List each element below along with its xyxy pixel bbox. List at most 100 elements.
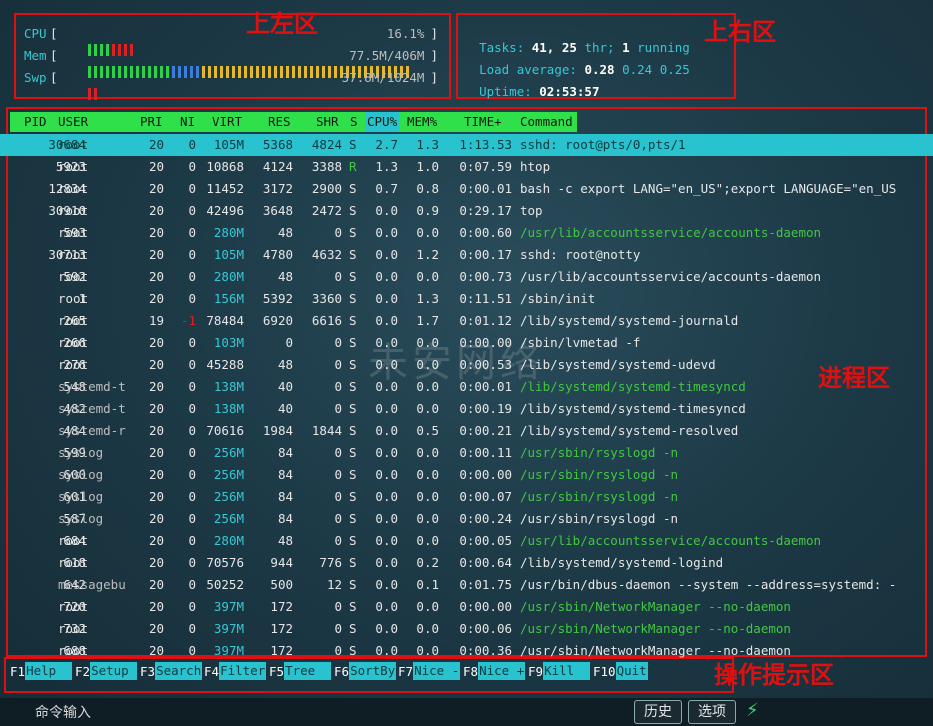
load-5: 0.24 — [622, 62, 653, 77]
process-cell-mem: 1.7 — [416, 313, 439, 328]
process-row[interactable]: 587 syslog 20 0 256M 84 0 S 0.0 0.0 0:00.24/usr/sb… — [0, 508, 933, 530]
process-row[interactable]: 618 root 20 0 70576 944 776 S 0.0 0.2 0:00.64/lib/… — [0, 552, 933, 574]
process-cell-res: 944 — [270, 555, 293, 570]
process-cell-cmd: bash -c export LANG="en_US";export LANGU… — [520, 181, 897, 196]
process-cell-s: S — [349, 467, 357, 482]
process-cell-res: 0 — [285, 335, 293, 350]
col-user[interactable]: USER — [58, 114, 88, 129]
fkey-f3[interactable]: F3 Search — [140, 661, 203, 681]
process-row[interactable]: 592 root 20 0 280M 48 0 S 0.0 0.0 0:00.73/usr/lib/… — [0, 266, 933, 288]
lightning-icon[interactable]: ⚡ — [746, 700, 759, 721]
col-time[interactable]: TIME+ — [464, 114, 502, 129]
process-row[interactable]: 30910 root 20 0 42496 3648 2472 S 0.0 0.9 0:29.17 t… — [0, 200, 933, 222]
process-cell-s: S — [349, 291, 357, 306]
process-row[interactable]: 642 messagebu 20 0 50252 500 12 S 0.0 0.1 0:01.75/… — [0, 574, 933, 596]
process-cell-s: S — [349, 599, 357, 614]
process-cell-pri: 20 — [148, 181, 164, 196]
process-row[interactable]: 1 root 20 0 156M 5392 3360 S 0.0 1.3 0:11.51/sbin/… — [0, 288, 933, 310]
process-cell-cpu: 0.0 — [375, 247, 398, 262]
process-cell-user: root — [58, 335, 89, 350]
col-command[interactable]: Command — [520, 114, 573, 129]
process-cell-ni: 0 — [188, 203, 196, 218]
history-button[interactable]: 历史 — [634, 700, 682, 724]
process-cell-res: 3648 — [262, 203, 293, 218]
process-cell-pri: 20 — [148, 467, 164, 482]
process-cell-cpu: 0.0 — [375, 225, 398, 240]
process-cell-time: 0:00.00 — [459, 599, 512, 614]
process-cell-user: root — [58, 599, 89, 614]
col-res[interactable]: RES — [268, 114, 291, 129]
process-row[interactable]: 599 syslog 20 0 256M 84 0 S 0.0 0.0 0:00.11/usr/sb… — [0, 442, 933, 464]
process-cell-ni: 0 — [188, 533, 196, 548]
fkey-f8[interactable]: F8 Nice + — [463, 661, 526, 681]
col-virt[interactable]: VIRT — [212, 114, 242, 129]
fkey-key: F3 — [140, 663, 156, 679]
col-pid[interactable]: PID — [24, 114, 47, 129]
process-cell-res: 48 — [277, 225, 293, 240]
process-row[interactable]: 276 root 20 0 45288 48 0 S 0.0 0.0 0:00.53/lib/sys… — [0, 354, 933, 376]
process-row[interactable]: 484 systemd-r 20 0 70616 1984 1844 S 0.0 0.5 0:00.… — [0, 420, 933, 442]
fkey-f6[interactable]: F6 SortBy — [334, 661, 397, 681]
process-row[interactable]: 688 root 20 0 397M 172 0 S 0.0 0.0 0:00.36/usr/sbi… — [0, 640, 933, 662]
process-cell-pri: 20 — [148, 247, 164, 262]
fkey-f5[interactable]: F5 Tree — [269, 661, 332, 681]
col-ni[interactable]: NI — [180, 114, 195, 129]
fkey-f7[interactable]: F7 Nice - — [398, 661, 461, 681]
process-cell-cpu: 0.0 — [375, 313, 398, 328]
process-cell-pri: 20 — [148, 401, 164, 416]
process-cell-ni: 0 — [188, 577, 196, 592]
process-cell-mem: 0.0 — [416, 269, 439, 284]
process-cell-user: root — [58, 643, 89, 658]
process-row[interactable]: 600 syslog 20 0 256M 84 0 S 0.0 0.0 0:00.00/usr/sb… — [0, 464, 933, 486]
process-row[interactable]: 265 root 19 -1 78484 6920 6616 S 0.0 1.7 0:01.12/l… — [0, 310, 933, 332]
process-row[interactable]: 548 systemd-t 20 0 138M 40 0 S 0.0 0.0 0:00.01/lib… — [0, 376, 933, 398]
command-input-label[interactable]: 命令输入 — [35, 702, 91, 722]
process-cell-virt: 42496 — [206, 203, 244, 218]
process-row[interactable]: 30713 root 20 0 105M 4780 4632 S 0.0 1.2 0:00.17 ss… — [0, 244, 933, 266]
process-row[interactable]: 684 root 20 0 280M 48 0 S 0.0 0.0 0:00.05/usr/lib/… — [0, 530, 933, 552]
process-cell-s: S — [349, 335, 357, 350]
process-row[interactable]: 601 syslog 20 0 256M 84 0 S 0.0 0.0 0:00.07/usr/sb… — [0, 486, 933, 508]
process-cell-mem: 0.0 — [416, 643, 439, 658]
col-cpu[interactable]: CPU% — [365, 112, 400, 132]
options-button[interactable]: 选项 — [688, 700, 736, 724]
fkey-f2[interactable]: F2 Setup — [75, 661, 138, 681]
process-cell-time: 1:13.53 — [459, 137, 512, 152]
process-cell-time: 0:00.19 — [459, 401, 512, 416]
process-cell-cmd: /usr/lib/accountsservice/accounts-daemon — [520, 533, 822, 548]
process-row[interactable]: 482 systemd-t 20 0 138M 40 0 S 0.0 0.0 0:00.19/lib… — [0, 398, 933, 420]
fkey-f4[interactable]: F4 Filter — [204, 661, 267, 681]
process-row[interactable]: 732 root 20 0 397M 172 0 S 0.0 0.0 0:00.06/usr/sbi… — [0, 618, 933, 640]
mem-meter-value: 77.5M/406M — [349, 48, 425, 63]
process-row[interactable]: 5923 root 20 0 10868 4124 3388 R 1.3 1.0 0:07.59 ht… — [0, 156, 933, 178]
process-cell-shr: 0 — [334, 335, 342, 350]
process-cell-cmd: /lib/systemd/systemd-udevd — [520, 357, 716, 372]
process-row[interactable]: 30684 root 20 0 105M 5368 4824 S 2.7 1.3 1:13.53 ss… — [0, 134, 933, 156]
process-row[interactable]: 266 root 20 0 103M 0 0 S 0.0 0.0 0:00.00/sbin/lvme… — [0, 332, 933, 354]
process-cell-time: 0:00.60 — [459, 225, 512, 240]
process-cell-s: S — [349, 643, 357, 658]
process-cell-pri: 20 — [148, 291, 164, 306]
process-cell-s: S — [349, 621, 357, 636]
col-pri[interactable]: PRI — [140, 114, 163, 129]
process-cell-shr: 0 — [334, 643, 342, 658]
fkey-f1[interactable]: F1 Help — [10, 661, 73, 681]
process-row[interactable]: 12834 root 20 0 11452 3172 2900 S 0.7 0.8 0:00.01 b… — [0, 178, 933, 200]
process-cell-user: root — [58, 203, 89, 218]
process-table-header[interactable]: PID USER PRI NI VIRT RES SHR S CPU% MEM%… — [10, 112, 577, 132]
col-shr[interactable]: SHR — [316, 114, 339, 129]
process-row[interactable]: 720 root 20 0 397M 172 0 S 0.0 0.0 0:00.00/usr/sbi… — [0, 596, 933, 618]
col-mem[interactable]: MEM% — [407, 114, 437, 129]
process-cell-user: root — [58, 247, 89, 262]
col-s[interactable]: S — [350, 114, 358, 129]
fkey-f10[interactable]: F10 Quit — [593, 661, 648, 681]
fkey-f9[interactable]: F9 Kill — [528, 661, 591, 681]
process-row[interactable]: 593 root 20 0 280M 48 0 S 0.0 0.0 0:00.60/usr/lib/… — [0, 222, 933, 244]
process-cell-user: root — [58, 313, 89, 328]
process-cell-cmd: /lib/systemd/systemd-resolved — [520, 423, 739, 438]
swp-meter-value: 37.8M/1024M — [341, 70, 425, 85]
process-cell-ni: 0 — [188, 291, 196, 306]
process-cell-cmd: sshd: root@pts/0,pts/1 — [520, 137, 686, 152]
process-cell-pri: 20 — [148, 379, 164, 394]
process-cell-virt: 78484 — [206, 313, 244, 328]
